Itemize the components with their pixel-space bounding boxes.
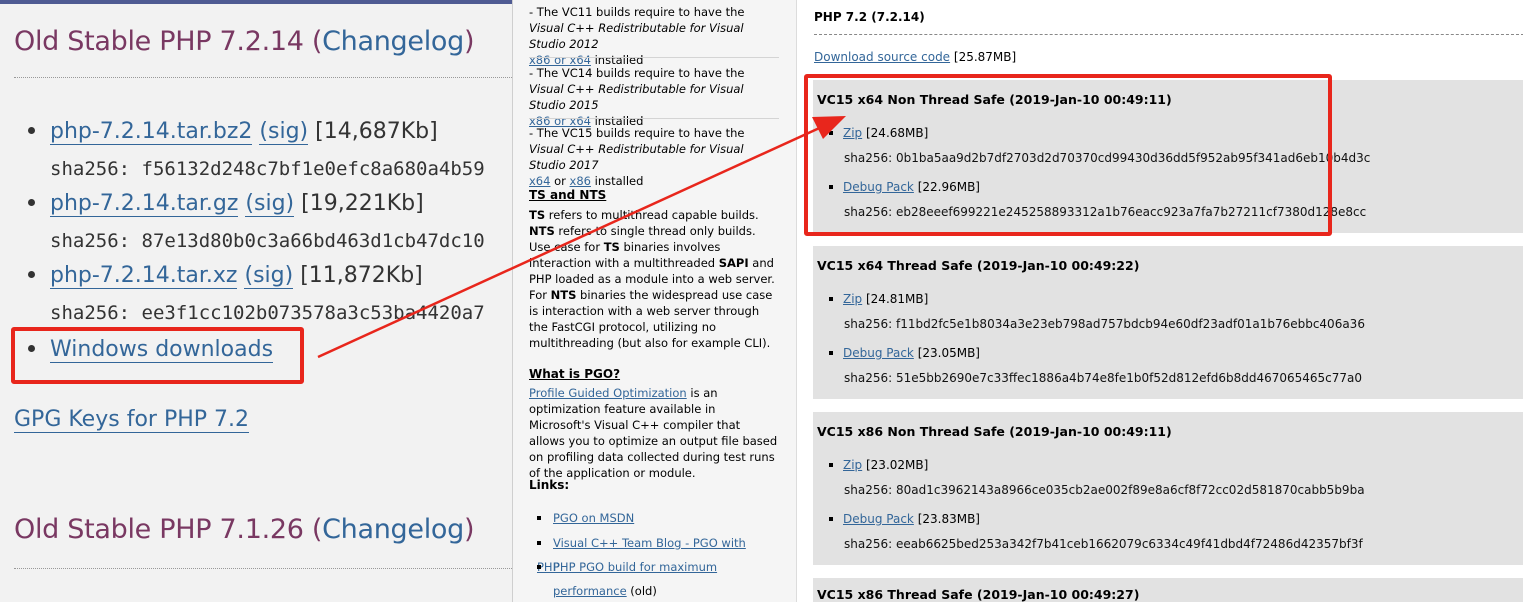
download-source-link[interactable]: Download source code bbox=[814, 50, 950, 64]
sha256-value: sha256: eeab6625bed253a342f7b41ceb166207… bbox=[844, 537, 1363, 551]
divider bbox=[14, 77, 512, 78]
download-link-xz[interactable]: php-7.2.14.tar.xz bbox=[50, 263, 238, 289]
zip-item: Zip [23.02MB] bbox=[829, 458, 928, 472]
php-downloads-page: Old Stable PHP 7.2.14 (Changelog) php-7.… bbox=[0, 0, 512, 602]
sha256-value: sha256: 87e13d80b0c3a66bd463d1cb47dc10 bbox=[50, 230, 485, 252]
build-title: VC15 x86 Non Thread Safe (2019-Jan-10 00… bbox=[817, 424, 1172, 439]
release-heading-7-2-14: Old Stable PHP 7.2.14 (Changelog) bbox=[14, 26, 475, 57]
highlight-box-x64-nts bbox=[804, 74, 1332, 236]
vc15-x64-link[interactable]: x64 bbox=[529, 174, 550, 188]
sha256-value: sha256: f56132d248c7bf1e0efc8a680a4b59 bbox=[50, 158, 485, 180]
build-title: VC15 x64 Thread Safe (2019-Jan-10 00:49:… bbox=[817, 258, 1140, 273]
source-download: Download source code [25.87MB] bbox=[814, 50, 1017, 64]
pgo-heading: What is PGO? bbox=[529, 367, 621, 381]
zip-link[interactable]: Zip bbox=[843, 292, 862, 306]
build-title: VC15 x86 Thread Safe (2019-Jan-10 00:49:… bbox=[817, 587, 1140, 602]
release-heading-7-1-26: Old Stable PHP 7.1.26 (Changelog) bbox=[14, 514, 475, 545]
top-nav-bar bbox=[0, 0, 512, 4]
list-item-cont: performance (old) bbox=[553, 584, 657, 598]
zip-link[interactable]: Zip bbox=[843, 458, 862, 472]
divider bbox=[14, 568, 512, 569]
build-card-vc15-x86-nts: VC15 x86 Non Thread Safe (2019-Jan-10 00… bbox=[813, 412, 1523, 565]
sha256-value: sha256: ee3f1cc102b073578a3c53ba4420a7 bbox=[50, 302, 485, 324]
vc15-note: - The VC15 builds require to have the Vi… bbox=[529, 126, 745, 188]
download-item: php-7.2.14.tar.bz2 (sig) [14,687Kb] bbox=[28, 119, 438, 145]
sha256-value: sha256: 80ad1c3962143a8966ce035cb2ae002f… bbox=[844, 483, 1365, 497]
download-item: php-7.2.14.tar.xz (sig) [11,872Kb] bbox=[28, 263, 423, 289]
build-card-vc15-x86-ts: VC15 x86 Thread Safe (2019-Jan-10 00:49:… bbox=[813, 578, 1523, 602]
ts-nts-text: TS refers to multithread capable builds.… bbox=[529, 208, 775, 350]
debug-pack-item: Debug Pack [23.83MB] bbox=[829, 512, 980, 526]
vc15-x86-link[interactable]: x86 bbox=[570, 174, 591, 188]
zip-item: Zip [24.81MB] bbox=[829, 292, 928, 306]
download-link-bz2[interactable]: php-7.2.14.tar.bz2 bbox=[50, 119, 253, 145]
download-item: php-7.2.14.tar.gz (sig) [19,221Kb] bbox=[28, 191, 424, 217]
download-link-gz[interactable]: php-7.2.14.tar.gz bbox=[50, 191, 239, 217]
pgo-msdn-link[interactable]: PGO on MSDN bbox=[553, 511, 634, 525]
list-item: PHP PGO build for maximum bbox=[537, 555, 767, 579]
gpg-keys-link[interactable]: GPG Keys for PHP 7.2 bbox=[14, 407, 249, 433]
pgo-text: Profile Guided Optimization is an optimi… bbox=[529, 386, 778, 480]
windows-info-sidebar: - The VC11 builds require to have the Vi… bbox=[512, 0, 797, 602]
sig-link[interactable]: (sig) bbox=[259, 119, 309, 145]
ts-nts-heading: TS and NTS bbox=[529, 188, 607, 202]
vc11-note: - The VC11 builds require to have the Vi… bbox=[529, 5, 745, 67]
php-pgo-build-link[interactable]: PHP PGO build for maximum bbox=[553, 560, 717, 574]
debug-pack-item: Debug Pack [23.05MB] bbox=[829, 346, 980, 360]
highlight-box-windows-downloads bbox=[11, 327, 304, 384]
changelog-link[interactable]: Changelog bbox=[322, 514, 464, 545]
sha256-value: sha256: 51e5bb2690e7c33ffec1886a4b74e8fe… bbox=[844, 371, 1363, 385]
build-card-vc15-x64-ts: VC15 x64 Thread Safe (2019-Jan-10 00:49:… bbox=[813, 246, 1523, 399]
sig-link[interactable]: (sig) bbox=[244, 263, 294, 289]
vc14-note: - The VC14 builds require to have the Vi… bbox=[529, 66, 745, 128]
pgo-link[interactable]: Profile Guided Optimization bbox=[529, 386, 687, 400]
version-title: PHP 7.2 (7.2.14) bbox=[814, 10, 925, 24]
php-pgo-build-link-cont[interactable]: performance bbox=[553, 584, 627, 598]
links-heading: Links: bbox=[529, 478, 570, 492]
debug-pack-link[interactable]: Debug Pack bbox=[843, 346, 914, 360]
debug-pack-link[interactable]: Debug Pack bbox=[843, 512, 914, 526]
list-item: PGO on MSDN bbox=[537, 506, 767, 530]
sha256-value: sha256: f11bd2fc5e1b8034a3e23eb798ad757b… bbox=[844, 317, 1365, 331]
changelog-link[interactable]: Changelog bbox=[322, 26, 464, 57]
sig-link[interactable]: (sig) bbox=[245, 191, 295, 217]
